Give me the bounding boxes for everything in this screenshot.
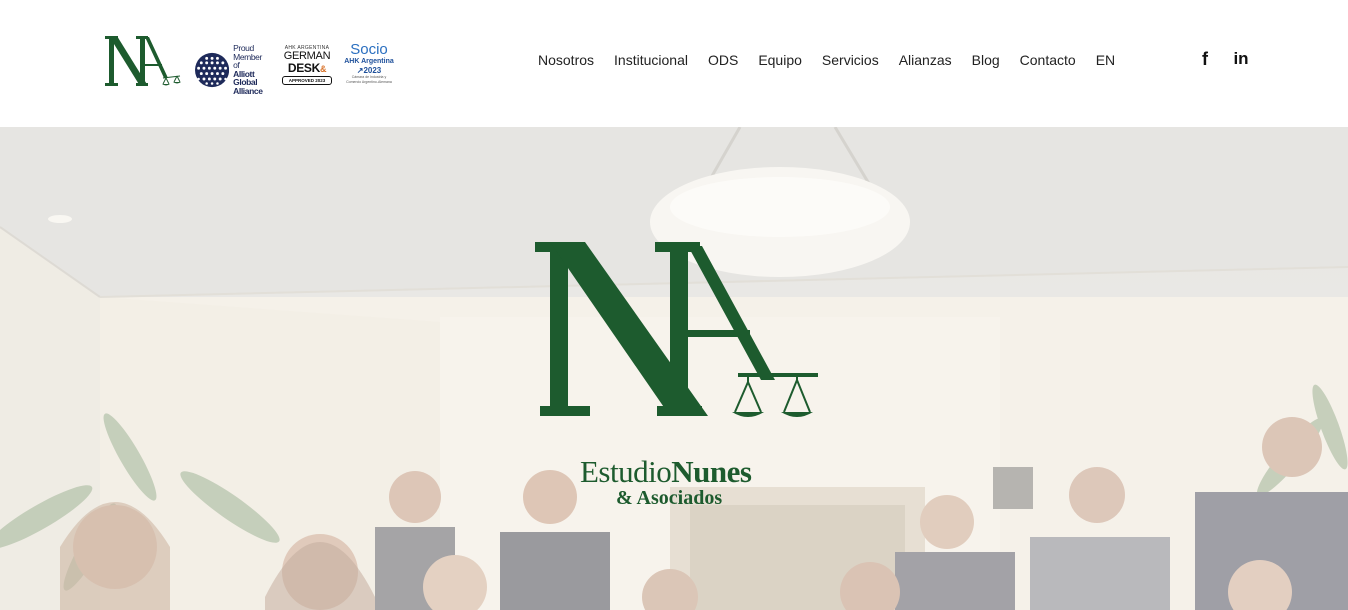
site-header: Proud Member of Alliott Global Alliance … <box>0 0 1348 127</box>
hero-banner: EstudioNunes & Asociados <box>0 127 1348 610</box>
alliott-line2: Member of <box>233 51 262 70</box>
social-links: f in <box>1194 48 1266 70</box>
linkedin-icon[interactable]: in <box>1230 48 1252 70</box>
nav-item-contacto[interactable]: Contacto <box>1010 50 1086 70</box>
hero-name-line2: & Asociados <box>616 487 723 509</box>
nav-item-servicios[interactable]: Servicios <box>812 50 889 70</box>
german-desk-line2: DESK <box>287 61 320 75</box>
alliott-text: Proud Member of Alliott Global Alliance <box>233 44 266 95</box>
socio-ahk-badge: Socio AHK Argentina ↗2023 Cámara de Indu… <box>340 42 398 84</box>
hero-na-logo-icon <box>535 242 818 417</box>
main-nav: Nosotros Institucional ODS Equipo Servic… <box>528 50 1125 70</box>
alliott-badge: Proud Member of Alliott Global Alliance <box>195 44 266 95</box>
nav-item-equipo[interactable]: Equipo <box>748 50 812 70</box>
nav-item-institucional[interactable]: Institucional <box>604 50 698 70</box>
facebook-icon[interactable]: f <box>1194 48 1216 70</box>
german-desk-foot: APPROVED 2023 <box>282 76 332 85</box>
na-logo-icon <box>105 35 181 86</box>
nav-item-ods[interactable]: ODS <box>698 50 748 70</box>
socio-sub: AHK Argentina <box>344 58 394 65</box>
hero-name-bold: Nunes <box>671 454 752 489</box>
home-logo-link[interactable] <box>102 34 182 93</box>
nav-item-alianzas[interactable]: Alianzas <box>889 50 962 70</box>
brand-logos: Proud Member of Alliott Global Alliance … <box>102 34 394 95</box>
nav-item-language-en[interactable]: EN <box>1086 50 1125 70</box>
alliott-line5: Alliance <box>233 85 263 96</box>
german-desk-amp: & <box>319 64 327 74</box>
socio-title: Socio <box>350 41 388 58</box>
nav-item-nosotros[interactable]: Nosotros <box>528 50 604 70</box>
nav-item-blog[interactable]: Blog <box>962 50 1010 70</box>
hero-firm-name: EstudioNunes & Asociados <box>580 454 780 509</box>
hero-name-light: Estudio <box>580 454 672 489</box>
alliott-globe-icon <box>195 52 230 87</box>
socio-year: ↗2023 <box>356 66 382 75</box>
german-desk-badge: AHK ARGENTINA GERMAN DESK& APPROVED 2023 <box>282 45 332 85</box>
socio-small2: Comercio Argentino-Alemana <box>346 79 392 84</box>
